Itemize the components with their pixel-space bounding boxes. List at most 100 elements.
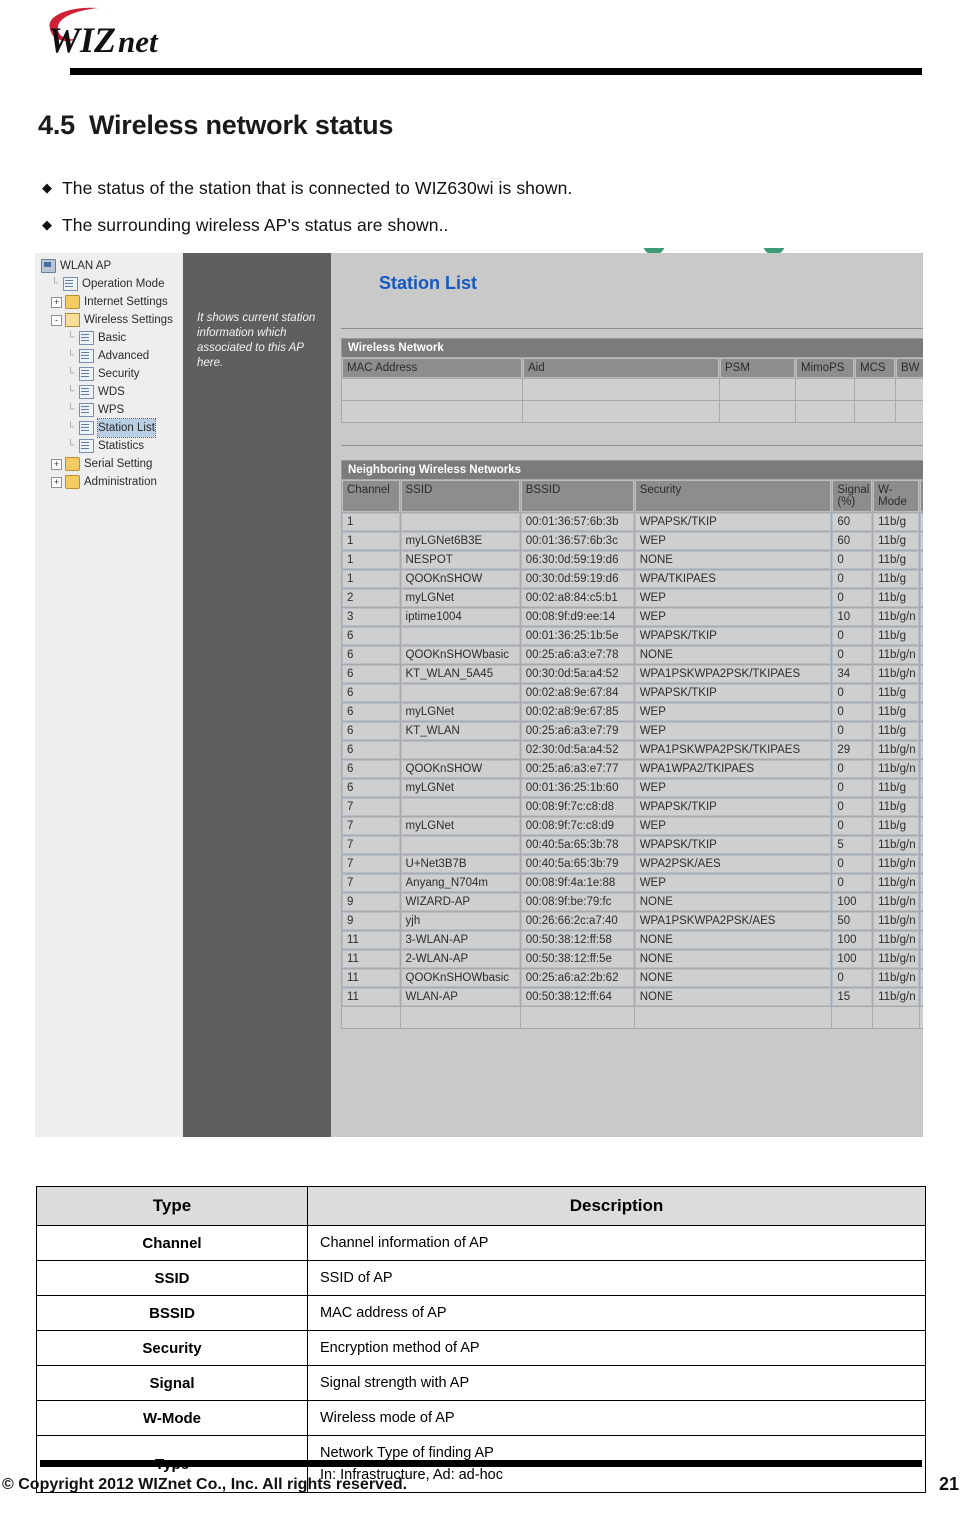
table-row: 6 00:02:a8:9e:67:84WPAPSK/TKIP011b/gIn <box>342 684 923 702</box>
description-value: Encryption method of AP <box>307 1330 926 1366</box>
table-cell: 60 <box>832 513 873 531</box>
tree-item-wireless-settings[interactable]: - Wireless Settings <box>39 311 185 329</box>
table-cell <box>896 401 923 422</box>
column-header: Type <box>920 480 923 512</box>
description-row: SSID SSID of AP <box>36 1260 926 1296</box>
table-cell: 100 <box>832 931 873 949</box>
table-cell: 00:40:5a:65:3b:78 <box>520 836 634 854</box>
table-cell: 00:08:9f:7c:c8:d8 <box>520 798 634 816</box>
footer-divider <box>40 1460 922 1467</box>
wireless-network-panel: Wireless Network MAC Address Aid PSM MimoPS… <box>341 338 923 423</box>
table-cell: NONE <box>634 988 832 1006</box>
table-cell: WLAN-AP <box>400 988 520 1006</box>
table-cell: 0 <box>832 779 873 797</box>
bullet-item: ◆ The surrounding wireless AP's status ar… <box>42 215 449 236</box>
table-cell: 6 <box>342 779 400 797</box>
table-cell: In <box>920 988 923 1006</box>
tree-item-security[interactable]: └ Security <box>39 365 185 383</box>
table-row: 6 00:01:36:25:1b:5eWPAPSK/TKIP011b/gIn <box>342 627 923 645</box>
collapse-icon[interactable]: - <box>51 314 62 326</box>
neighboring-networks-panel: Neighboring Wireless Networks Channel SSI… <box>341 460 923 1029</box>
table-cell: 11b/g <box>873 779 920 797</box>
tree-item-administration[interactable]: + Administration <box>39 473 185 491</box>
tree-item-operation-mode[interactable]: └ Operation Mode <box>39 275 185 293</box>
tree-item-advanced[interactable]: └ Advanced <box>39 347 185 365</box>
bullet-text: The surrounding wireless AP's status are… <box>62 215 449 235</box>
table-cell <box>400 1007 520 1028</box>
table-cell: In <box>920 950 923 968</box>
table-cell: 6 <box>342 684 400 702</box>
table-cell: 11 <box>342 931 400 949</box>
table-cell: 1 <box>342 551 400 569</box>
expand-icon[interactable]: + <box>51 296 62 308</box>
table-cell: 00:01:36:25:1b:5e <box>520 627 634 645</box>
table-cell: 2 <box>342 589 400 607</box>
tree-connector: └ <box>67 368 75 379</box>
table-cell: 11b/g <box>873 551 920 569</box>
tree-item-wlan-ap[interactable]: WLAN AP <box>39 257 185 275</box>
table-cell: 11b/g <box>873 589 920 607</box>
wireless-network-panel-title: Wireless Network <box>341 338 923 357</box>
tree-item-internet-settings[interactable]: + Internet Settings <box>39 293 185 311</box>
table-cell: WEP <box>634 589 832 607</box>
table-row: 6 QOOKnSHOW 00:25:a6:a3:e7:77 WPA1WPA2/TKIP… <box>342 760 923 778</box>
table-cell: In <box>920 741 923 759</box>
description-line: Channel information of AP <box>320 1235 489 1251</box>
diamond-bullet-icon: ◆ <box>42 180 53 195</box>
description-key: Security <box>36 1330 308 1366</box>
bullet-text: The status of the station that is connec… <box>62 178 573 198</box>
table-cell: WPAPSK/TKIP <box>634 836 832 854</box>
table-cell: 00:08:9f:7c:c8:d9 <box>520 817 634 835</box>
table-cell: 7 <box>342 855 400 873</box>
table-cell: 0 <box>832 817 873 835</box>
page-icon <box>79 403 94 417</box>
table-cell: myLGNet <box>400 703 520 721</box>
column-header: SSID <box>400 480 520 512</box>
table-cell: NONE <box>634 969 832 987</box>
table-cell: 0 <box>832 646 873 664</box>
tree-item-station-list[interactable]: └ Station List <box>39 418 185 438</box>
tree-item-label: WLAN AP <box>60 260 112 272</box>
tree-item-label: Security <box>98 368 140 380</box>
tree-item-wps[interactable]: └ WPS <box>39 401 185 419</box>
tree-connector: └ <box>67 350 75 361</box>
table-cell: WPA1PSKWPA2PSK/TKIPAES <box>634 665 832 683</box>
description-value: Channel information of AP <box>307 1225 926 1261</box>
table-cell: WEP <box>634 722 832 740</box>
computer-icon <box>41 259 56 273</box>
table-cell: 11b/g/n <box>873 969 920 987</box>
table-cell <box>400 836 520 854</box>
tree-item-statistics[interactable]: └ Statistics <box>39 437 185 455</box>
table-cell: WPAPSK/TKIP <box>634 627 832 645</box>
expand-icon[interactable]: + <box>51 458 62 470</box>
description-line: MAC address of AP <box>320 1305 447 1321</box>
description-line: Signal strength with AP <box>320 1375 470 1391</box>
table-cell: Anyang_N704m <box>400 874 520 892</box>
column-header: BW <box>896 358 923 378</box>
table-cell: 3 <box>342 608 400 626</box>
section-title: Wireless network status <box>88 110 394 140</box>
tree-item-label: Statistics <box>98 440 145 452</box>
table-cell: 3-WLAN-AP <box>400 931 520 949</box>
tree-connector: └ <box>67 404 75 415</box>
table-header-row: MAC AddressAidPSMMimoPSMCSBWSGISTBC <box>342 358 923 378</box>
navigation-tree-pane: WLAN AP └ Operation Mode + Internet Settings… <box>35 253 184 1137</box>
expand-icon[interactable]: + <box>51 476 62 488</box>
description-key: Channel <box>36 1225 308 1261</box>
table-cell: 11b/g/n <box>873 608 920 626</box>
table-cell: 6 <box>342 760 400 778</box>
table-cell: In <box>920 665 923 683</box>
tree-item-serial-setting[interactable]: + Serial Setting <box>39 455 185 473</box>
tree-item-basic[interactable]: └ Basic <box>39 329 185 347</box>
description-row: Security Encryption method of AP <box>36 1330 926 1366</box>
description-value: SSID of AP <box>307 1260 926 1296</box>
annotation-pane: It shows current station information whi… <box>183 253 331 1137</box>
section-number: 4.5 <box>38 110 75 140</box>
table-cell: 11 <box>342 950 400 968</box>
table-cell: 11b/g/n <box>873 836 920 854</box>
table-cell: In <box>920 589 923 607</box>
table-cell: In <box>920 551 923 569</box>
tree-item-wds[interactable]: └ WDS <box>39 383 185 401</box>
table-cell: 7 <box>342 817 400 835</box>
page-icon <box>79 331 94 345</box>
